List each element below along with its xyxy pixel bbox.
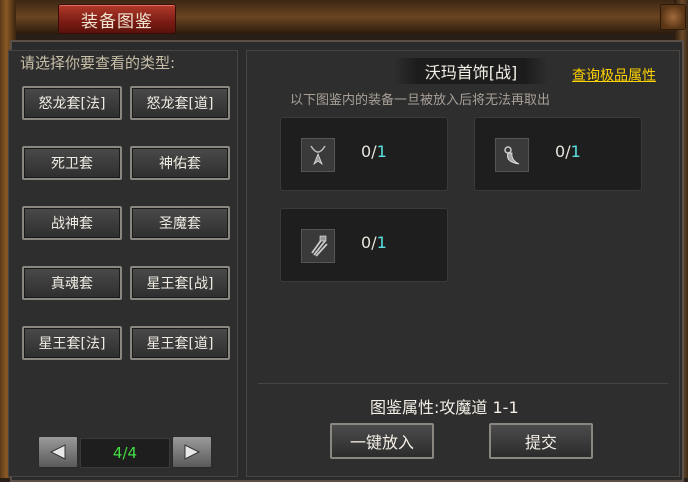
- submit-button[interactable]: 提交: [489, 423, 593, 459]
- window-title: 装备图鉴: [58, 4, 176, 34]
- put-all-button[interactable]: 一键放入: [330, 423, 434, 459]
- type-button-xingwang-dao[interactable]: 星王套[道]: [130, 326, 230, 360]
- type-button-shenyou[interactable]: 神佑套: [130, 146, 230, 180]
- page-indicator: 4/4: [80, 438, 170, 468]
- slot-count: 0/1: [361, 233, 387, 252]
- bracelet-icon: [301, 229, 335, 263]
- close-button[interactable]: [660, 4, 686, 30]
- pager: 4/4: [38, 436, 212, 468]
- equipment-slot-ring[interactable]: 0/1: [474, 117, 642, 191]
- right-arrow-icon: [184, 444, 201, 460]
- total-pages: 4: [127, 444, 138, 462]
- type-button-xingwang-zhan[interactable]: 星王套[战]: [130, 266, 230, 300]
- necklace-icon: [301, 138, 335, 172]
- horn-ring-icon: [495, 138, 529, 172]
- query-best-attributes-link[interactable]: 查询极品属性: [572, 65, 656, 85]
- type-button-xingwang-fa[interactable]: 星王套[法]: [22, 326, 122, 360]
- type-button-siwei[interactable]: 死卫套: [22, 146, 122, 180]
- type-button-zhenhun[interactable]: 真魂套: [22, 266, 122, 300]
- notice-text: 以下图鉴内的装备一旦被放入后将无法再取出: [290, 93, 551, 108]
- next-page-button[interactable]: [172, 436, 212, 468]
- type-button-nulong-fa[interactable]: 怒龙套[法]: [22, 86, 122, 120]
- divider: [258, 383, 668, 384]
- type-button-zhanshen[interactable]: 战神套: [22, 206, 122, 240]
- slot-count: 0/1: [361, 142, 387, 161]
- type-button-nulong-dao[interactable]: 怒龙套[道]: [130, 86, 230, 120]
- equipment-slot-necklace[interactable]: 0/1: [280, 117, 448, 191]
- slot-count: 0/1: [555, 142, 581, 161]
- current-page: 4: [112, 444, 123, 462]
- set-title: 沃玛首饰[战]: [394, 58, 548, 84]
- prev-page-button[interactable]: [38, 436, 78, 468]
- type-button-shengmo[interactable]: 圣魔套: [130, 206, 230, 240]
- type-prompt: 请选择你要查看的类型:: [20, 54, 176, 72]
- attribute-label: 图鉴属性:: [370, 398, 440, 417]
- equipment-slot-bracelet[interactable]: 0/1: [280, 208, 448, 282]
- left-arrow-icon: [49, 444, 66, 460]
- attribute-value: 攻魔道 1-1: [439, 398, 519, 417]
- codex-attribute: 图鉴属性:攻魔道 1-1: [370, 394, 519, 418]
